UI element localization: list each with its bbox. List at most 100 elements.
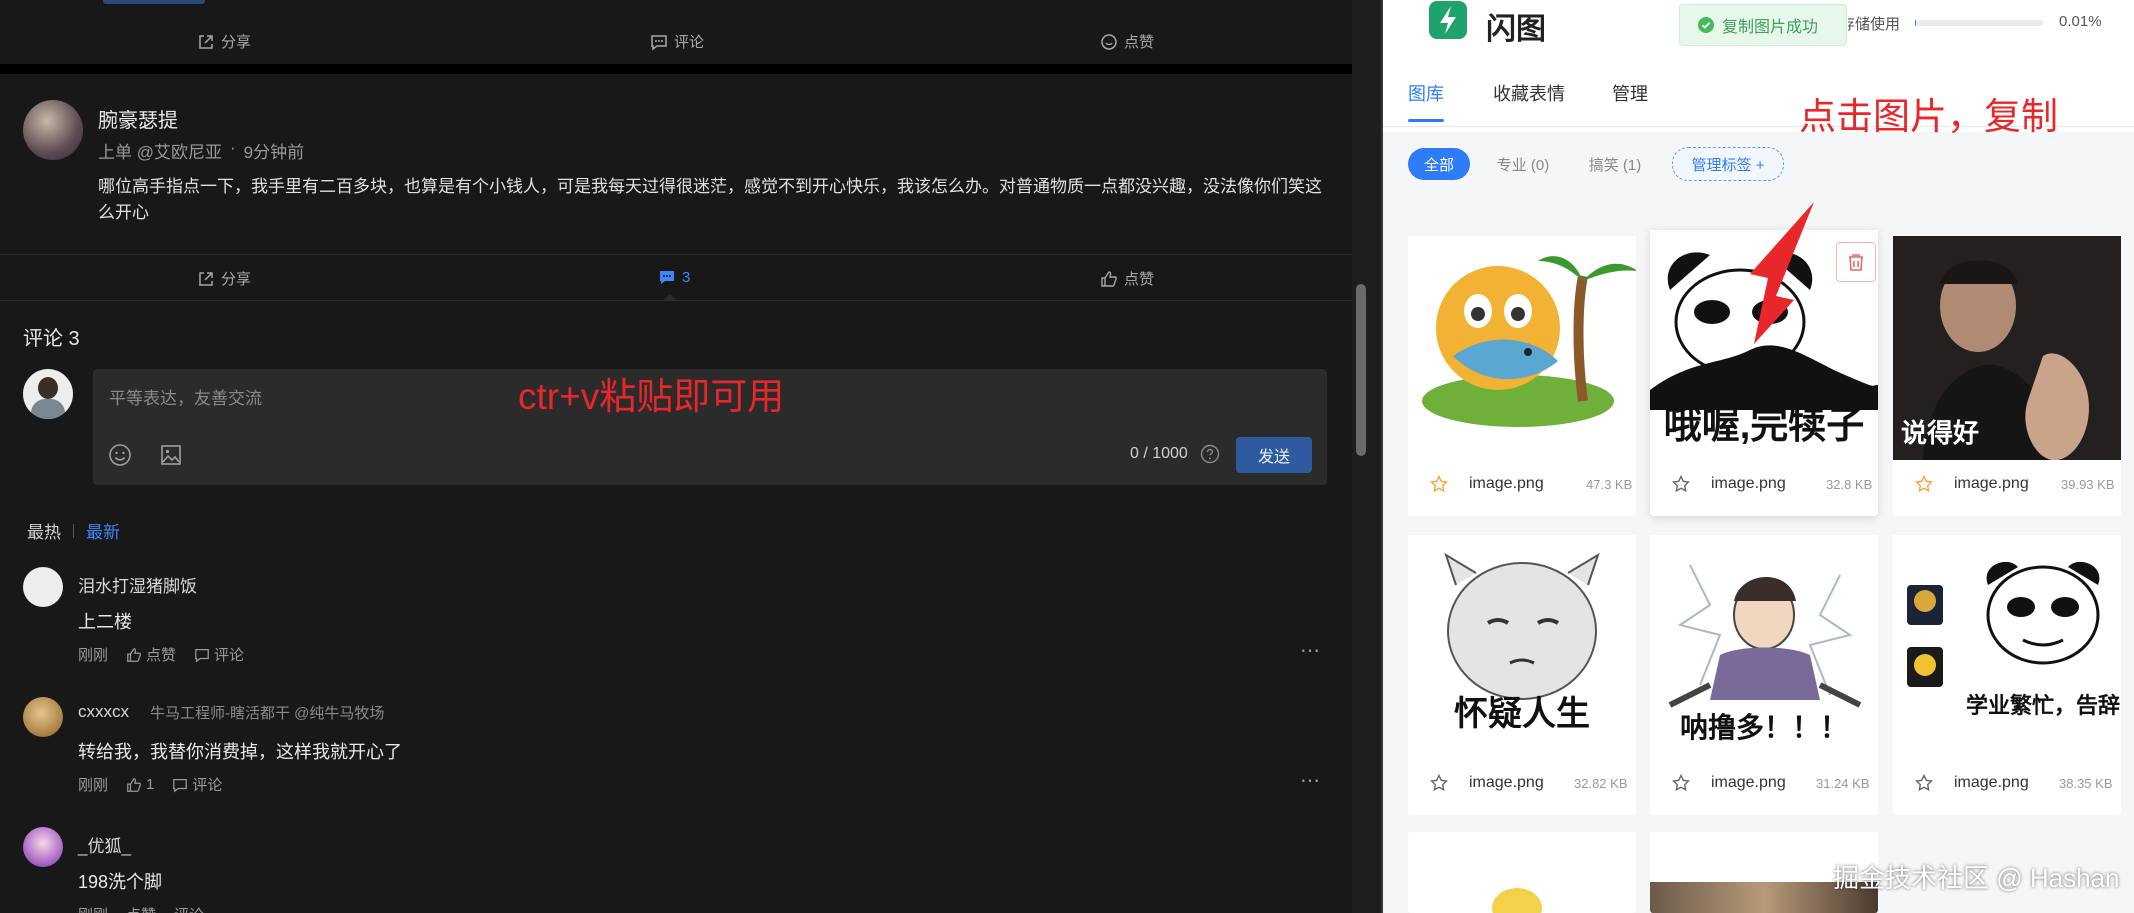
comment-count: 3 (682, 268, 691, 286)
panda-busy-image: 学业繁忙，告辞 (1907, 561, 2120, 718)
clapping-man-image: 说得好 (1893, 236, 2121, 460)
scrollbar-thumb[interactable] (1356, 284, 1366, 456)
image-thumbnail[interactable]: 怀疑人生 (1408, 535, 1636, 759)
image-card[interactable] (1408, 832, 1636, 913)
thumbs-up-icon (1101, 270, 1117, 287)
image-footer: image.png 47.3 KB (1408, 466, 1636, 502)
tab-favorites[interactable]: 收藏表情 (1493, 80, 1565, 106)
help-icon[interactable] (1200, 444, 1220, 464)
comment-input[interactable]: 平等表达，友善交流 (109, 384, 262, 409)
comment-button[interactable]: 评论 (650, 31, 704, 52)
post-comment-button[interactable]: 3 (658, 268, 690, 286)
comment-like-button[interactable]: 点赞 (126, 904, 156, 913)
comment-actions: 刚刚 1 评论 (78, 774, 222, 795)
comment-like-button[interactable]: 点赞 (126, 644, 176, 665)
comment-icon (651, 34, 667, 50)
current-user-avatar[interactable] (23, 369, 73, 419)
more-icon[interactable]: ⋯ (1300, 768, 1321, 793)
commenter-name[interactable]: cxxxcx (78, 702, 129, 722)
post-meta: 上单 @艾欧尼亚 · 9分钟前 (98, 138, 304, 163)
author-avatar[interactable] (23, 100, 83, 160)
like-icon (1101, 33, 1117, 50)
image-name: image.png (1954, 774, 2029, 791)
meme-caption: 怀疑人生 (1454, 695, 1590, 733)
commenter-name[interactable]: 泪水打湿猪脚饭 (78, 572, 197, 597)
share-button[interactable]: 分享 (197, 31, 251, 52)
star-icon[interactable] (1430, 475, 1448, 493)
image-card[interactable]: 呐撸多！！！ image.png 31.24 KB (1650, 535, 1878, 815)
meme-caption: 学业繁忙，告辞 (1966, 693, 2120, 718)
comment-editor[interactable]: 平等表达，友善交流 ctr+v粘贴即可用 0 / 1000 发送 (93, 369, 1327, 485)
trash-icon (1849, 254, 1863, 271)
commenter-avatar[interactable] (23, 567, 63, 607)
image-thumbnail-partial[interactable] (1492, 888, 1542, 913)
image-footer: image.png 31.24 KB (1650, 765, 1878, 801)
tab-manage[interactable]: 管理 (1612, 80, 1648, 106)
image-thumbnail[interactable]: 呐撸多！！！ (1650, 535, 1878, 759)
comment-time: 刚刚 (78, 777, 109, 794)
comment-like-button[interactable]: 1 (126, 776, 154, 793)
star-icon[interactable] (1430, 774, 1448, 792)
more-icon[interactable]: ⋯ (1300, 638, 1321, 663)
storage-bar-fill (1915, 20, 1917, 26)
naruto-meme-image: 呐撸多！！！ (1668, 564, 1862, 743)
image-card[interactable]: image.png 47.3 KB (1408, 236, 1636, 516)
comment-text: 198洗个脚 (78, 872, 163, 892)
image-card[interactable]: 怀疑人生 image.png 32.82 KB (1408, 535, 1636, 815)
author-tag: 上单 @艾欧尼亚 (98, 143, 222, 162)
filter-fun[interactable]: 搞笑 (1) (1575, 148, 1655, 180)
cutoff-button[interactable] (103, 0, 205, 4)
filter-pro[interactable]: 专业 (0) (1483, 148, 1563, 180)
watermark: 掘金技术社区 @ Hashan (1833, 863, 2120, 893)
image-card[interactable]: 学业繁忙，告辞 image.png 38.35 KB (1893, 535, 2121, 815)
like-button[interactable]: 点赞 (1100, 31, 1154, 52)
app-title: 闪图 (1486, 13, 1546, 46)
comment-time: 刚刚 (78, 904, 108, 913)
image-size: 31.24 KB (1816, 775, 1870, 791)
star-icon[interactable] (1915, 774, 1933, 792)
reply-label: 评论 (214, 647, 245, 664)
image-card-hovered[interactable]: 哦喔,完犊子 image.png 32.8 KB (1650, 202, 1878, 516)
image-manager-panel: 闪图 复制图片成功 存储使用 0.01% 图库 收藏表情 管理 点击图片，复制 … (1383, 0, 2134, 913)
comment-reply-button[interactable]: 评论 (172, 774, 222, 795)
image-name: image.png (1469, 475, 1544, 492)
active-pointer (663, 294, 677, 301)
commenter-name[interactable]: _优狐_ (78, 832, 131, 857)
image-thumbnail[interactable]: 学业繁忙，告辞 (1893, 535, 2121, 759)
image-name: image.png (1954, 475, 2029, 492)
send-button[interactable]: 发送 (1236, 437, 1312, 473)
meme-caption: 说得好 (1901, 418, 1979, 448)
comment-reply-button[interactable]: 评论 (194, 644, 244, 665)
image-thumbnail[interactable] (1408, 236, 1636, 460)
image-icon[interactable] (159, 443, 183, 467)
commenter-avatar[interactable] (23, 827, 63, 867)
star-icon[interactable] (1915, 475, 1933, 493)
delete-button[interactable] (1836, 242, 1876, 282)
sort-new[interactable]: 最新 (86, 518, 120, 543)
thumbs-up-icon (127, 777, 142, 792)
paste-annotation: ctr+v粘贴即可用 (518, 376, 785, 417)
meme-caption: 哦喔,完犊子 (1664, 404, 1865, 447)
manage-tags-button[interactable]: 管理标签 + (1672, 147, 1784, 181)
sort-hot[interactable]: 最热 (27, 518, 61, 543)
emoji-icon[interactable] (108, 443, 132, 467)
scrollbar-track[interactable] (1352, 0, 1383, 913)
post-like-button[interactable]: 点赞 (1100, 268, 1154, 289)
comment-item: _优狐_ 198洗个脚 刚刚 点赞 评论 (0, 822, 1352, 913)
author-name[interactable]: 腕豪瑟提 (98, 104, 178, 133)
star-icon[interactable] (1672, 774, 1690, 792)
post-share-button[interactable]: 分享 (197, 268, 251, 289)
image-card[interactable]: 说得好 image.png 39.93 KB (1893, 236, 2121, 516)
tab-gallery[interactable]: 图库 (1408, 80, 1444, 106)
star-icon[interactable] (1672, 475, 1690, 493)
filter-all[interactable]: 全部 (1408, 148, 1470, 180)
image-footer: image.png 32.8 KB (1650, 466, 1878, 502)
storage-bar (1915, 20, 2043, 26)
comment-item: cxxxcx 牛马工程师-瞎活都干 @纯牛马牧场 转给我，我替你消费掉，这样我就… (0, 692, 1352, 802)
commenter-avatar[interactable] (23, 697, 63, 737)
comment-reply-button[interactable]: 评论 (174, 904, 204, 913)
post-content: 哪位高手指点一下，我手里有二百多块，也算是有个小钱人，可是我每天过得很迷茫，感觉… (98, 177, 1322, 222)
image-thumbnail[interactable]: 说得好 (1893, 236, 2121, 460)
sort-switch: 最热 最新 (27, 518, 120, 543)
storage-value: 0.01% (2059, 13, 2102, 30)
